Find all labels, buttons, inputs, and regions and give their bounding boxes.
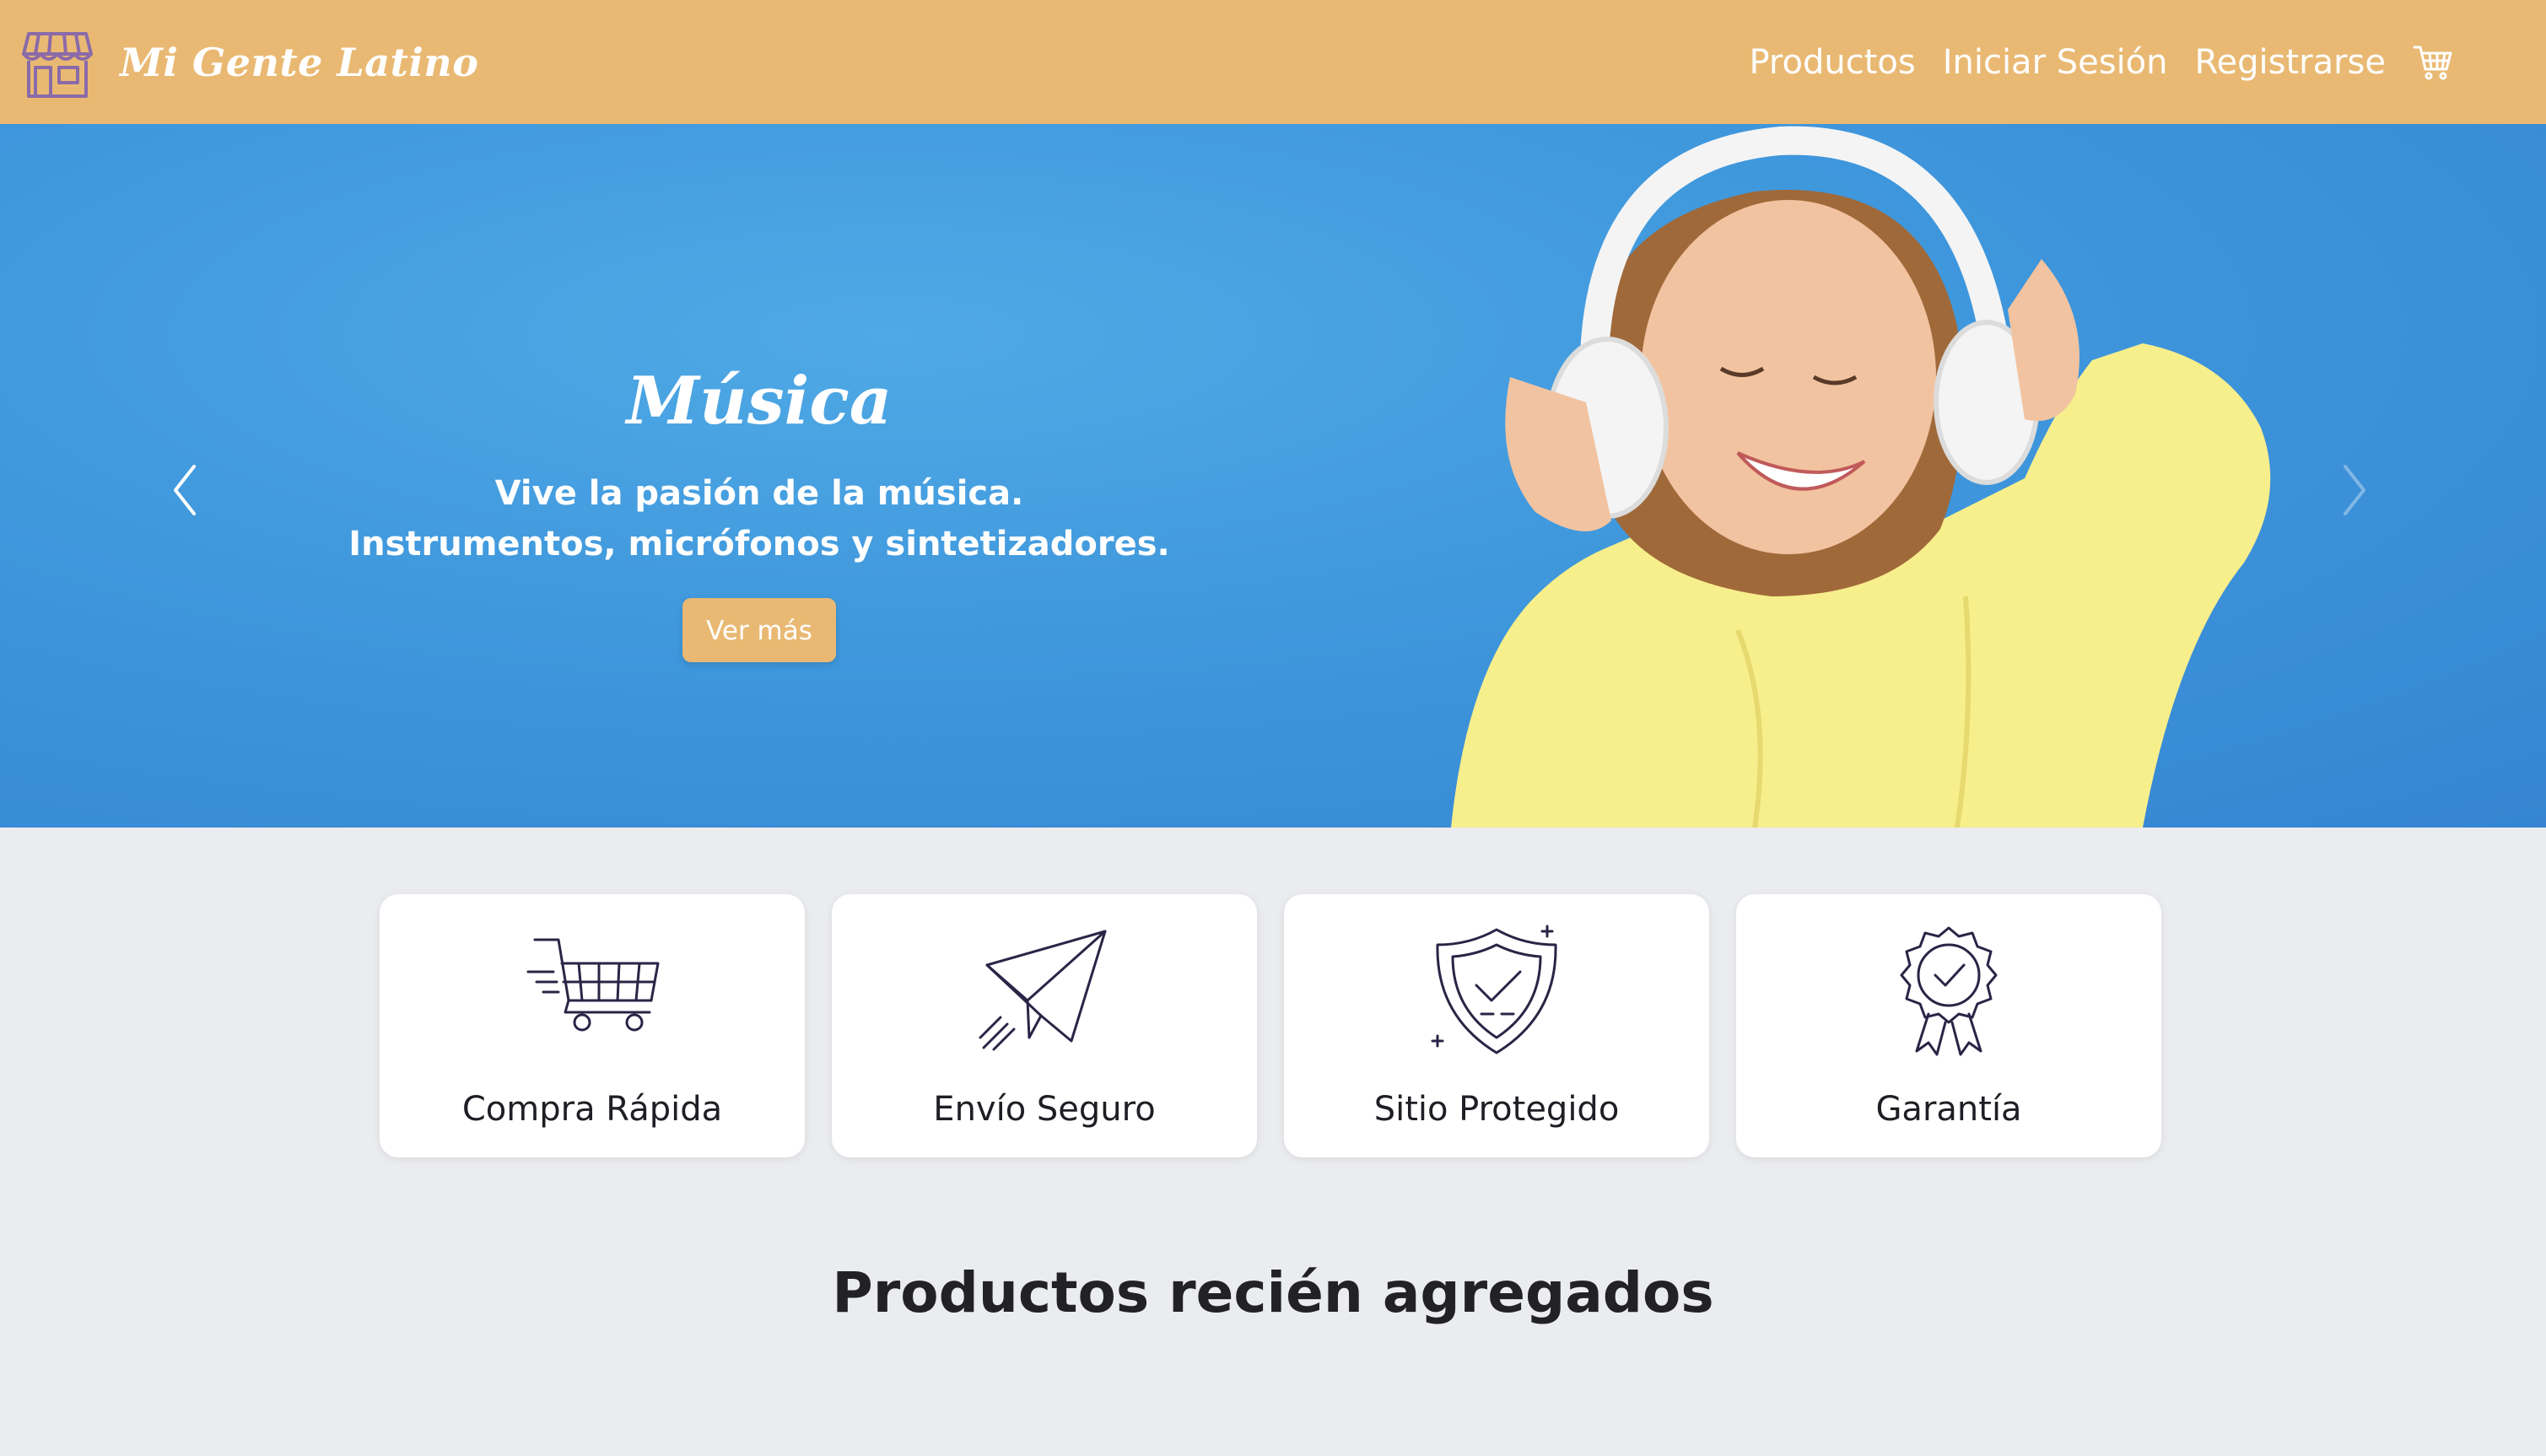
hero-subtitle-line1: Vive la pasión de la música.: [494, 474, 1024, 513]
feature-label: Sitio Protegido: [1373, 1090, 1620, 1129]
hero-carousel: Música Vive la pasión de la música. Inst…: [0, 124, 2546, 828]
feature-label: Compra Rápida: [461, 1090, 723, 1129]
feature-label: Garantía: [1875, 1090, 2022, 1129]
features-row: Compra Rápida Envío Seguro Sitio Protegi…: [380, 894, 2161, 1157]
hero-photo-woman-headphones: [1451, 126, 2271, 828]
section-title-recent-products: Productos recién agregados: [832, 1260, 1714, 1325]
shield-check-icon: [1431, 925, 1557, 1054]
storefront-icon: [20, 25, 94, 100]
feature-card-envio-seguro[interactable]: Envío Seguro: [832, 894, 1257, 1157]
brand[interactable]: Mi Gente Latino: [20, 25, 478, 100]
fast-cart-icon: [526, 938, 660, 1032]
brand-name: Mi Gente Latino: [120, 39, 479, 85]
chevron-right-icon[interactable]: [2328, 456, 2379, 524]
hero-subtitle-line2: Instrumentos, micrófonos y sintetizadore…: [348, 525, 1170, 564]
main-nav: Productos Iniciar Sesión Registrarse: [1750, 0, 2454, 124]
nav-link-registrarse[interactable]: Registrarse: [2195, 43, 2386, 82]
paper-plane-icon: [979, 930, 1107, 1051]
feature-card-compra-rapida[interactable]: Compra Rápida: [380, 894, 805, 1157]
chevron-left-icon[interactable]: [160, 456, 211, 524]
hero-caption: Música Vive la pasión de la música. Inst…: [321, 369, 1198, 662]
navbar: Mi Gente Latino Productos Iniciar Sesión…: [0, 0, 2546, 124]
nav-link-iniciar-sesion[interactable]: Iniciar Sesión: [1943, 43, 2168, 82]
feature-card-sitio-protegido[interactable]: Sitio Protegido: [1284, 894, 1709, 1157]
feature-label: Envío Seguro: [933, 1090, 1156, 1129]
award-ribbon-icon: [1900, 926, 1998, 1056]
ver-mas-button[interactable]: Ver más: [682, 598, 836, 662]
nav-link-productos[interactable]: Productos: [1750, 43, 1916, 82]
shopping-cart-icon[interactable]: [2413, 44, 2453, 81]
feature-card-garantia[interactable]: Garantía: [1736, 894, 2161, 1157]
hero-title: Música: [626, 363, 893, 439]
